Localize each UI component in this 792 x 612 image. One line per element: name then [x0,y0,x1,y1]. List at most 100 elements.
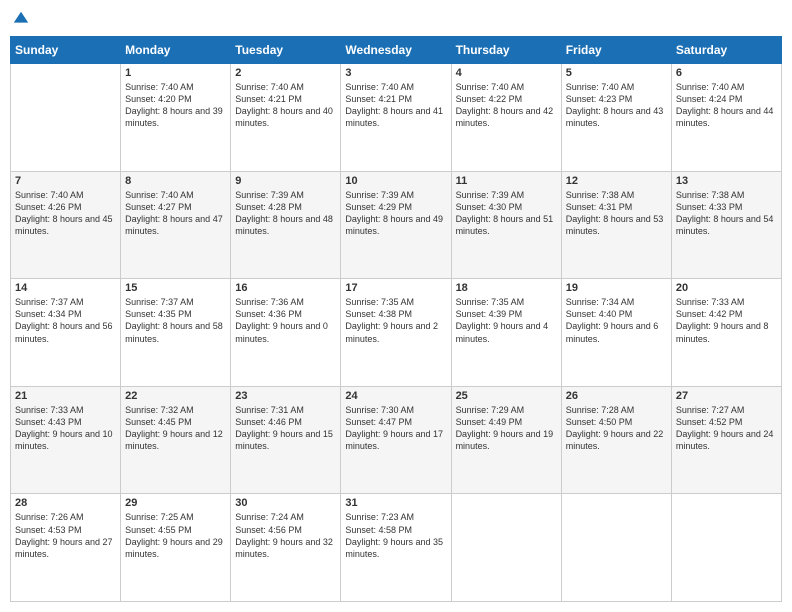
daylight-text: Daylight: 8 hours and 39 minutes. [125,105,226,129]
sunset-text: Sunset: 4:49 PM [456,416,557,428]
sunrise-text: Sunrise: 7:30 AM [345,404,446,416]
day-number: 21 [15,390,116,402]
day-number: 10 [345,175,446,187]
day-number: 29 [125,497,226,509]
calendar-cell: 25 Sunrise: 7:29 AMSunset: 4:49 PMDayligh… [451,386,561,494]
header-day-friday: Friday [561,37,671,64]
calendar-cell: 20Sunrise: 7:33 AMSunset: 4:42 PMDayligh… [671,279,781,387]
calendar-cell [561,494,671,602]
day-info: Sunrise: 7:29 AMSunset: 4:49 PMDaylight:… [456,404,557,453]
daylight-text: Daylight: 8 hours and 40 minutes. [235,105,336,129]
calendar-week-4: 21 Sunrise: 7:33 AMSunset: 4:43 PMDayligh… [11,386,782,494]
calendar-week-2: 7Sunrise: 7:40 AMSunset: 4:26 PMDaylight… [11,171,782,279]
sunrise-text: Sunrise: 7:28 AM [566,404,667,416]
sunrise-text: Sunrise: 7:31 AM [235,404,336,416]
sunset-text: Sunset: 4:45 PM [125,416,226,428]
day-info: Sunrise: 7:34 AMSunset: 4:40 PMDaylight:… [566,296,667,345]
calendar-cell: 6Sunrise: 7:40 AMSunset: 4:24 PMDaylight… [671,64,781,172]
calendar-cell: 4 Sunrise: 7:40 AMSunset: 4:22 PMDaylight… [451,64,561,172]
calendar-cell: 23Sunrise: 7:31 AMSunset: 4:46 PMDayligh… [231,386,341,494]
day-number: 30 [235,497,336,509]
day-info: Sunrise: 7:40 AMSunset: 4:26 PMDaylight:… [15,189,116,238]
calendar-cell [671,494,781,602]
header [10,10,782,28]
sunrise-text: Sunrise: 7:27 AM [676,404,777,416]
daylight-text: Daylight: 8 hours and 45 minutes. [15,213,116,237]
day-info: Sunrise: 7:35 AMSunset: 4:38 PMDaylight:… [345,296,446,345]
day-number: 20 [676,282,777,294]
day-info: Sunrise: 7:40 AMSunset: 4:27 PMDaylight:… [125,189,226,238]
header-row: SundayMondayTuesdayWednesdayThursdayFrid… [11,37,782,64]
sunrise-text: Sunrise: 7:38 AM [566,189,667,201]
day-number: 28 [15,497,116,509]
daylight-text: Daylight: 9 hours and 15 minutes. [235,428,336,452]
sunrise-text: Sunrise: 7:40 AM [125,189,226,201]
sunset-text: Sunset: 4:34 PM [15,308,116,320]
daylight-text: Daylight: 9 hours and 2 minutes. [345,320,446,344]
sunset-text: Sunset: 4:35 PM [125,308,226,320]
calendar-cell: 2Sunrise: 7:40 AMSunset: 4:21 PMDaylight… [231,64,341,172]
page: SundayMondayTuesdayWednesdayThursdayFrid… [0,0,792,612]
day-number: 25 [456,390,557,402]
day-number: 4 [456,67,557,79]
day-info: Sunrise: 7:35 AMSunset: 4:39 PMDaylight:… [456,296,557,345]
sunrise-text: Sunrise: 7:23 AM [345,511,446,523]
day-number: 16 [235,282,336,294]
calendar-cell: 5Sunrise: 7:40 AMSunset: 4:23 PMDaylight… [561,64,671,172]
sunrise-text: Sunrise: 7:40 AM [345,81,446,93]
sunrise-text: Sunrise: 7:40 AM [125,81,226,93]
sunset-text: Sunset: 4:22 PM [456,93,557,105]
sunrise-text: Sunrise: 7:40 AM [676,81,777,93]
day-info: Sunrise: 7:40 AMSunset: 4:22 PMDaylight:… [456,81,557,130]
daylight-text: Daylight: 8 hours and 42 minutes. [456,105,557,129]
calendar-week-1: 1Sunrise: 7:40 AMSunset: 4:20 PMDaylight… [11,64,782,172]
sunrise-text: Sunrise: 7:40 AM [456,81,557,93]
daylight-text: Daylight: 9 hours and 22 minutes. [566,428,667,452]
sunrise-text: Sunrise: 7:24 AM [235,511,336,523]
header-day-tuesday: Tuesday [231,37,341,64]
day-info: Sunrise: 7:30 AMSunset: 4:47 PMDaylight:… [345,404,446,453]
sunrise-text: Sunrise: 7:40 AM [15,189,116,201]
day-info: Sunrise: 7:40 AMSunset: 4:24 PMDaylight:… [676,81,777,130]
day-info: Sunrise: 7:33 AMSunset: 4:43 PMDaylight:… [15,404,116,453]
calendar-cell: 21 Sunrise: 7:33 AMSunset: 4:43 PMDayligh… [11,386,121,494]
sunrise-text: Sunrise: 7:33 AM [15,404,116,416]
day-number: 19 [566,282,667,294]
day-number: 12 [566,175,667,187]
sunset-text: Sunset: 4:36 PM [235,308,336,320]
day-info: Sunrise: 7:40 AMSunset: 4:21 PMDaylight:… [345,81,446,130]
sunset-text: Sunset: 4:20 PM [125,93,226,105]
day-info: Sunrise: 7:39 AMSunset: 4:28 PMDaylight:… [235,189,336,238]
day-info: Sunrise: 7:37 AMSunset: 4:34 PMDaylight:… [15,296,116,345]
sunrise-text: Sunrise: 7:35 AM [456,296,557,308]
sunset-text: Sunset: 4:40 PM [566,308,667,320]
day-number: 23 [235,390,336,402]
daylight-text: Daylight: 9 hours and 24 minutes. [676,428,777,452]
day-info: Sunrise: 7:25 AMSunset: 4:55 PMDaylight:… [125,511,226,560]
calendar-cell: 18Sunrise: 7:35 AMSunset: 4:39 PMDayligh… [451,279,561,387]
calendar-week-5: 28Sunrise: 7:26 AMSunset: 4:53 PMDayligh… [11,494,782,602]
sunrise-text: Sunrise: 7:40 AM [235,81,336,93]
day-number: 9 [235,175,336,187]
daylight-text: Daylight: 8 hours and 47 minutes. [125,213,226,237]
calendar-week-3: 14 Sunrise: 7:37 AMSunset: 4:34 PMDayligh… [11,279,782,387]
daylight-text: Daylight: 9 hours and 6 minutes. [566,320,667,344]
day-number: 17 [345,282,446,294]
daylight-text: Daylight: 8 hours and 56 minutes. [15,320,116,344]
sunset-text: Sunset: 4:47 PM [345,416,446,428]
calendar-cell: 30Sunrise: 7:24 AMSunset: 4:56 PMDayligh… [231,494,341,602]
sunset-text: Sunset: 4:55 PM [125,524,226,536]
day-info: Sunrise: 7:38 AMSunset: 4:33 PMDaylight:… [676,189,777,238]
daylight-text: Daylight: 9 hours and 17 minutes. [345,428,446,452]
calendar-cell [11,64,121,172]
daylight-text: Daylight: 9 hours and 0 minutes. [235,320,336,344]
sunset-text: Sunset: 4:26 PM [15,201,116,213]
day-info: Sunrise: 7:39 AMSunset: 4:30 PMDaylight:… [456,189,557,238]
header-day-wednesday: Wednesday [341,37,451,64]
day-number: 15 [125,282,226,294]
day-number: 7 [15,175,116,187]
sunset-text: Sunset: 4:50 PM [566,416,667,428]
calendar-cell: 12Sunrise: 7:38 AMSunset: 4:31 PMDayligh… [561,171,671,279]
day-number: 2 [235,67,336,79]
day-number: 14 [15,282,116,294]
